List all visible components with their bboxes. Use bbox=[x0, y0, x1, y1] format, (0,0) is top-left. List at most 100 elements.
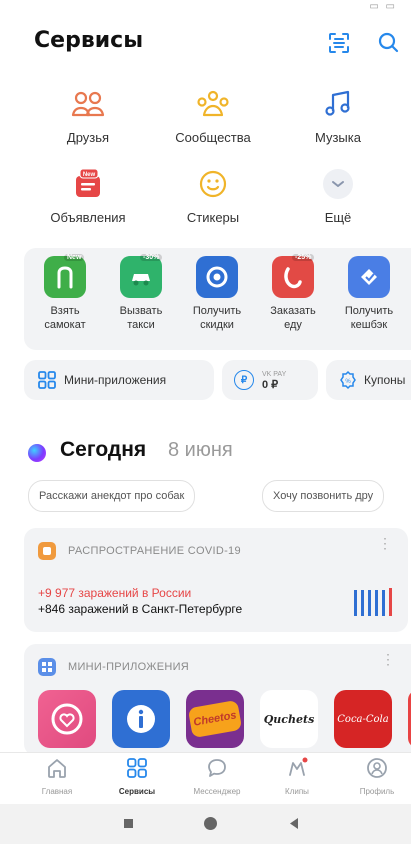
today-date: 8 июня bbox=[168, 439, 233, 461]
svg-text:%: % bbox=[345, 379, 351, 385]
mini-service-cashback[interactable]: Получить кешбэк bbox=[334, 256, 404, 332]
miniapps-header: МИНИ-ПРИЛОЖЕНИЯ bbox=[38, 658, 189, 676]
suggestion-chip[interactable]: Расскажи анекдот про собак bbox=[28, 480, 196, 512]
service-friends[interactable]: Друзья bbox=[28, 84, 148, 145]
back-icon[interactable] bbox=[288, 817, 300, 830]
covid-russia: +9 977 заражений в России bbox=[38, 586, 192, 600]
app-heart-icon[interactable] bbox=[38, 690, 96, 748]
chips-row: Мини-приложения ₽ VK PAY 0 ₽ % Купоны bbox=[24, 360, 411, 402]
mini-service-food[interactable]: -25% Заказать еду bbox=[258, 254, 328, 332]
home-icon bbox=[48, 759, 66, 778]
scooter-icon: New bbox=[44, 254, 86, 298]
mini-label: Вызвать такси bbox=[119, 305, 163, 331]
new-badge: New bbox=[83, 172, 96, 178]
app-name: Cheetos bbox=[187, 699, 243, 739]
miniapps-title: МИНИ-ПРИЛОЖЕНИЯ bbox=[68, 661, 190, 673]
mini-badge: -25% bbox=[292, 254, 315, 261]
tab-home[interactable]: Главная bbox=[22, 757, 92, 796]
page-title: Сервисы bbox=[34, 28, 144, 53]
discounts-icon bbox=[196, 256, 238, 298]
vkpay-chip[interactable]: ₽ VK PAY 0 ₽ bbox=[222, 360, 318, 400]
friends-icon bbox=[68, 84, 108, 124]
services-grid-icon bbox=[127, 758, 147, 778]
covid-spb: +846 заражений в Санкт-Петербурге bbox=[38, 602, 243, 616]
tab-services[interactable]: Сервисы bbox=[102, 757, 172, 796]
tab-bar: Главная Сервисы Мессенджер Клипы Профиль bbox=[0, 752, 411, 805]
grid-icon bbox=[38, 371, 56, 389]
vkpay-balance: 0 ₽ bbox=[262, 379, 279, 391]
app-cocacola[interactable]: Coca-Cola bbox=[334, 690, 392, 748]
mini-label: Получить кешбэк bbox=[344, 305, 394, 331]
tab-label: Сервисы bbox=[118, 787, 156, 796]
service-music[interactable]: Музыка bbox=[278, 84, 398, 145]
tab-label: Мессенджер bbox=[193, 787, 241, 796]
covid-chart-icon bbox=[354, 588, 392, 616]
recent-apps-icon[interactable] bbox=[124, 819, 133, 828]
covid-header: РАСПРОСТРАНЕНИЕ COVID-19 bbox=[38, 542, 241, 560]
mini-label: Получить скидки bbox=[192, 305, 242, 331]
more-options-icon[interactable]: ⋮ bbox=[381, 652, 395, 666]
covid-widget[interactable]: РАСПРОСТРАНЕНИЕ COVID-19 ⋮ +9 977 зараже… bbox=[24, 528, 408, 632]
tab-profile[interactable]: Профиль bbox=[342, 757, 411, 796]
communities-icon bbox=[193, 84, 233, 124]
tab-label: Профиль bbox=[359, 787, 395, 796]
service-label: Ещё bbox=[324, 210, 352, 225]
service-classifieds[interactable]: New Объявления bbox=[28, 164, 148, 225]
tab-messenger[interactable]: Мессенджер bbox=[182, 757, 252, 796]
service-label: Стикеры bbox=[186, 210, 240, 225]
food-icon: -25% bbox=[272, 254, 315, 298]
chevron-down-icon bbox=[318, 164, 358, 204]
mini-badge: New bbox=[64, 254, 85, 261]
mini-service-taxi[interactable]: -30% Вызвать такси bbox=[106, 254, 176, 332]
tab-clips[interactable]: Клипы bbox=[262, 757, 332, 796]
assistant-icon[interactable] bbox=[28, 444, 46, 462]
more-options-icon[interactable]: ⋮ bbox=[378, 536, 392, 550]
coupon-icon: % bbox=[340, 370, 356, 390]
tab-label: Клипы bbox=[285, 787, 309, 796]
coupons-chip[interactable]: % Купоны bbox=[326, 360, 411, 400]
classifieds-icon: New bbox=[68, 164, 108, 204]
mini-services-row: New Взять самокат -30% Вызвать такси Получ… bbox=[24, 248, 411, 350]
app-info-icon[interactable] bbox=[112, 690, 170, 748]
mini-badge: -30% bbox=[140, 254, 163, 261]
chip-label: Мини-приложения bbox=[64, 373, 167, 387]
qr-scan-icon[interactable] bbox=[326, 30, 352, 56]
music-icon bbox=[318, 84, 358, 124]
service-label: Сообщества bbox=[175, 130, 251, 145]
app-name: Quchets bbox=[263, 712, 315, 726]
service-label: Друзья bbox=[66, 130, 110, 145]
status-bar: ▭ ▭ bbox=[0, 0, 411, 18]
covid-icon bbox=[38, 542, 56, 560]
chip-label: Купоны bbox=[364, 373, 406, 387]
service-label: Музыка bbox=[315, 130, 361, 145]
miniapps-widget: МИНИ-ПРИЛОЖЕНИЯ ⋮ Cheetos Quchets Coca-C… bbox=[24, 644, 411, 756]
mini-label: Заказать еду bbox=[270, 305, 316, 331]
tab-label: Главная bbox=[41, 787, 73, 796]
app-quchets[interactable]: Quchets bbox=[260, 690, 318, 748]
header: Сервисы bbox=[0, 18, 411, 68]
service-communities[interactable]: Сообщества bbox=[153, 84, 273, 145]
cashback-icon bbox=[348, 256, 390, 298]
service-more[interactable]: Ещё bbox=[278, 164, 398, 225]
service-label: Объявления bbox=[50, 210, 126, 225]
app-cheetos[interactable]: Cheetos bbox=[186, 690, 244, 748]
status-icons: ▭ ▭ bbox=[369, 1, 397, 12]
service-stickers[interactable]: Стикеры bbox=[153, 164, 273, 225]
mini-service-discounts[interactable]: Получить скидки bbox=[182, 256, 252, 332]
today-title: Сегодня bbox=[60, 438, 147, 461]
profile-icon bbox=[367, 758, 387, 778]
system-nav-bar bbox=[0, 804, 411, 844]
miniapps-chip[interactable]: Мини-приложения bbox=[24, 360, 214, 400]
grid-icon bbox=[38, 658, 56, 676]
suggestion-chip[interactable]: Хочу позвонить дру bbox=[262, 480, 385, 512]
search-icon[interactable] bbox=[376, 30, 402, 56]
taxi-icon: -30% bbox=[120, 254, 163, 298]
ruble-icon: ₽ bbox=[234, 370, 254, 390]
covid-title: РАСПРОСТРАНЕНИЕ COVID-19 bbox=[68, 545, 241, 557]
message-icon bbox=[208, 759, 226, 777]
app-name: Coca-Cola bbox=[337, 713, 389, 725]
stickers-icon bbox=[193, 164, 233, 204]
home-nav-icon[interactable] bbox=[204, 817, 217, 830]
mini-service-scooter[interactable]: New Взять самокат bbox=[30, 254, 100, 332]
clips-icon bbox=[289, 757, 308, 776]
